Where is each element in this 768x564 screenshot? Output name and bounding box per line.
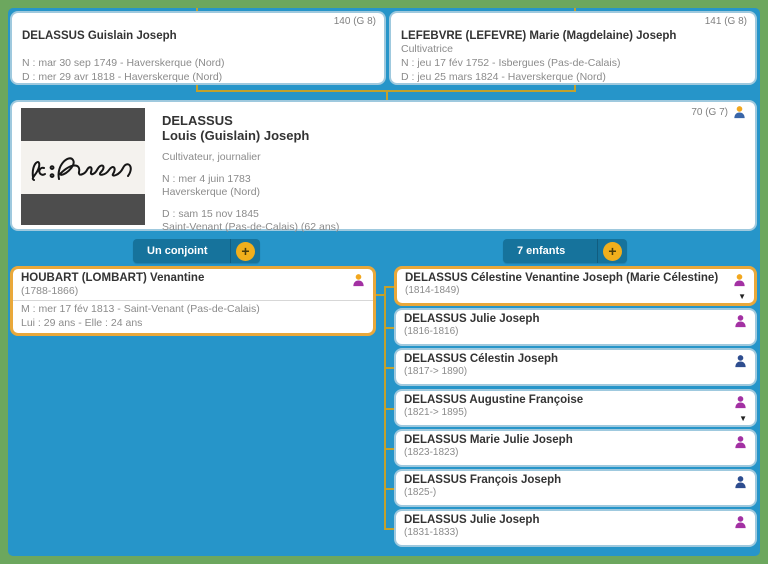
- birth-place-line: Haverskerque (Nord): [162, 186, 339, 199]
- add-spouse-button[interactable]: +: [230, 239, 260, 263]
- person-icon: [732, 105, 747, 120]
- plus-icon: +: [603, 242, 622, 261]
- child-card[interactable]: DELASSUS Julie Joseph (1816-1816): [394, 308, 757, 346]
- connector-spouse-stub: [376, 294, 384, 296]
- sosa-ref-badge: 70 (G 7): [691, 105, 747, 120]
- signature-image[interactable]: [21, 108, 145, 225]
- person-icon: [732, 273, 747, 288]
- spouse-card[interactable]: HOUBART (LOMBART) Venantine (1788-1866) …: [10, 266, 376, 336]
- marriage-ages-line: Lui : 29 ans - Elle : 24 ans: [21, 316, 365, 330]
- birth-line: N : jeu 17 fév 1752 - Isbergues (Pas-de-…: [401, 56, 745, 70]
- child-name: DELASSUS Marie Julie Joseph: [404, 434, 747, 446]
- death-date-line: D : sam 15 nov 1845: [162, 208, 339, 221]
- child-card[interactable]: DELASSUS Marie Julie Joseph (1823-1823): [394, 429, 757, 467]
- child-years: (1821-> 1895): [404, 406, 747, 419]
- person-given-name: Louis (Guislain) Joseph: [162, 128, 339, 143]
- child-card[interactable]: DELASSUS Célestin Joseph (1817-> 1890): [394, 348, 757, 386]
- marriage-line: M : mer 17 fév 1813 - Saint-Venant (Pas-…: [21, 302, 365, 316]
- person-details: DELASSUS Louis (Guislain) Joseph Cultiva…: [162, 113, 339, 234]
- person-icon: [351, 273, 366, 288]
- person-occupation: Cultivateur, journalier: [162, 151, 339, 164]
- person-name: LEFEBVRE (LEFEVRE) Marie (Magdelaine) Jo…: [401, 30, 745, 42]
- child-name: DELASSUS Julie Joseph: [404, 514, 747, 526]
- app-window: 140 (G 8) DELASSUS Guislain Joseph N : m…: [0, 0, 768, 564]
- children-button[interactable]: 7 enfants +: [503, 239, 627, 263]
- child-years: (1831-1833): [404, 526, 747, 539]
- death-place-line: Saint-Venant (Pas-de-Calais) (62 ans): [162, 221, 339, 234]
- child-years: (1825-): [404, 486, 747, 499]
- child-card[interactable]: DELASSUS Augustine Françoise (1821-> 189…: [394, 389, 757, 427]
- person-icon: [733, 354, 748, 369]
- plus-icon: +: [236, 242, 255, 261]
- expand-descendants-icon[interactable]: ▼: [738, 292, 746, 302]
- child-name: DELASSUS François Joseph: [404, 474, 747, 486]
- sosa-ref-badge: 140 (G 8): [334, 16, 376, 27]
- person-name: DELASSUS Guislain Joseph: [22, 30, 374, 42]
- add-child-button[interactable]: +: [597, 239, 627, 263]
- child-name: DELASSUS Julie Joseph: [404, 313, 747, 325]
- person-surname: DELASSUS: [162, 113, 339, 128]
- spouse-name: HOUBART (LOMBART) Venantine: [21, 272, 365, 284]
- person-occupation: [22, 42, 374, 56]
- child-card[interactable]: DELASSUS Julie Joseph (1831-1833): [394, 509, 757, 547]
- death-line: D : mer 29 avr 1818 - Haverskerque (Nord…: [22, 70, 374, 84]
- parent-card-father[interactable]: 140 (G 8) DELASSUS Guislain Joseph N : m…: [10, 11, 386, 85]
- person-icon: [733, 435, 748, 450]
- person-occupation: Cultivatrice: [401, 42, 745, 56]
- children-button-label: 7 enfants: [503, 245, 597, 257]
- connector-parents-to-person: [386, 90, 388, 100]
- spouse-years: (1788-1866): [21, 284, 365, 298]
- person-card[interactable]: 70 (G 7) DELASSUS Louis (Guislain) Josep…: [10, 100, 757, 231]
- child-years: (1823-1823): [404, 446, 747, 459]
- spouse-button-label: Un conjoint: [133, 245, 230, 257]
- parent-card-mother[interactable]: 141 (G 8) LEFEBVRE (LEFEVRE) Marie (Magd…: [389, 11, 757, 85]
- birth-line: N : mar 30 sep 1749 - Haverskerque (Nord…: [22, 56, 374, 70]
- person-icon: [733, 314, 748, 329]
- spouse-button[interactable]: Un conjoint +: [133, 239, 260, 263]
- person-icon: [733, 395, 748, 410]
- person-icon: [733, 515, 748, 530]
- death-line: D : jeu 25 mars 1824 - Haverskerque (Nor…: [401, 70, 745, 84]
- signature-band: [21, 141, 145, 194]
- person-icon: [733, 475, 748, 490]
- sosa-ref-badge: 141 (G 8): [705, 16, 747, 27]
- child-name: DELASSUS Célestin Joseph: [404, 353, 747, 365]
- child-name: DELASSUS Augustine Françoise: [404, 394, 747, 406]
- child-years: (1814-1849): [405, 284, 746, 297]
- signature-scribble-icon: [25, 145, 141, 191]
- child-card[interactable]: DELASSUS Célestine Venantine Joseph (Mar…: [394, 266, 757, 306]
- child-years: (1817-> 1890): [404, 365, 747, 378]
- child-years: (1816-1816): [404, 325, 747, 338]
- child-name: DELASSUS Célestine Venantine Joseph (Mar…: [405, 272, 746, 284]
- card-divider: [13, 300, 373, 301]
- expand-descendants-icon[interactable]: ▼: [739, 414, 747, 424]
- child-card[interactable]: DELASSUS François Joseph (1825-): [394, 469, 757, 507]
- tree-canvas: 140 (G 8) DELASSUS Guislain Joseph N : m…: [8, 8, 760, 556]
- birth-date-line: N : mer 4 juin 1783: [162, 173, 339, 186]
